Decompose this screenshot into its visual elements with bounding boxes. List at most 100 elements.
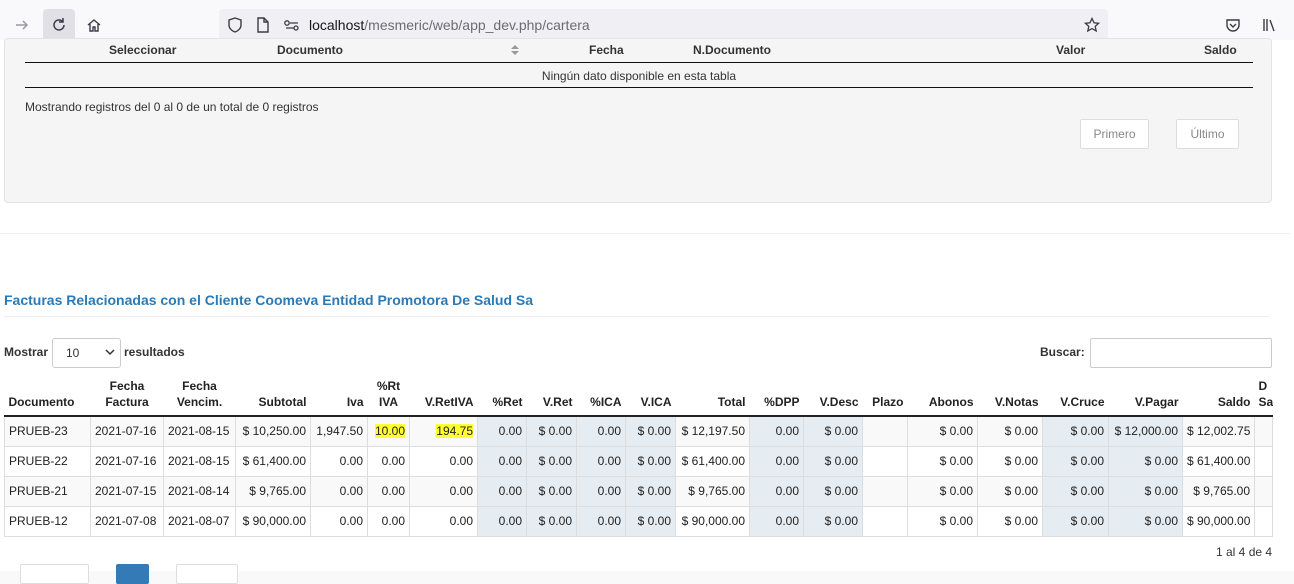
col-fecha-vencim[interactable]: Fecha Vencim. [163, 374, 236, 417]
col-fecha-factura[interactable]: Fecha Factura [90, 374, 164, 417]
cell-v-retiva: 0.00 [409, 505, 478, 537]
search-input[interactable] [1090, 338, 1272, 368]
cell-ica: 0.00 [576, 415, 626, 447]
next-page-button[interactable] [176, 564, 238, 584]
cell-ret: 0.00 [477, 445, 527, 477]
permissions-icon[interactable] [283, 17, 299, 33]
col-rt-iva[interactable]: %Rt IVA [367, 374, 410, 417]
page-content: Seleccionar Documento Fecha N.Documento … [0, 38, 1294, 584]
col-subtotal[interactable]: Subtotal [235, 374, 311, 417]
col-plazo[interactable]: Plazo [862, 374, 908, 417]
cell-value: 0.00 [339, 514, 363, 528]
cell-value: $ 0.00 [1070, 424, 1104, 439]
col-total[interactable]: Total [675, 374, 750, 417]
col-v-retiva[interactable]: V.RetIVA [409, 374, 478, 417]
col-seleccionar[interactable]: Seleccionar [109, 43, 176, 57]
bookmark-star-icon[interactable] [1084, 17, 1100, 33]
cell-saldo: $ 90,000.00 [1182, 505, 1255, 537]
cell-iva: 0.00 [310, 445, 368, 477]
cell-value: $ 61,400.00 [1187, 454, 1251, 468]
page-icon[interactable] [255, 17, 271, 33]
cell-value: $ 12,002.75 [1187, 424, 1251, 439]
cell-v-ret: $ 0.00 [526, 475, 577, 507]
cell-ica: 0.00 [576, 505, 626, 537]
cell-value: 2021-07-15 [95, 484, 157, 498]
table-row[interactable]: PRUEB-22 2021-07-16 2021-08-15 $ 61,400.00 0… [4, 445, 1273, 477]
col-dpp[interactable]: %DPP [749, 374, 804, 417]
page-length-value: 10 [66, 346, 80, 360]
col-v-ret[interactable]: V.Ret [526, 374, 577, 417]
col-valor[interactable]: Valor [1056, 43, 1085, 57]
page-length-select[interactable]: 10 [52, 338, 121, 368]
reload-button[interactable] [43, 9, 75, 41]
col-saldo[interactable]: Saldo [1204, 43, 1237, 57]
table-row[interactable]: PRUEB-23 2021-07-16 2021-08-15 $ 10,250.00 1… [4, 415, 1273, 447]
col-documento[interactable]: Documento [277, 43, 343, 57]
prev-page-button[interactable] [20, 564, 89, 584]
cell-value: 0.00 [339, 454, 363, 468]
cell-v-notas: $ 0.00 [977, 505, 1043, 537]
shield-icon[interactable] [227, 17, 243, 33]
col-fecha[interactable]: Fecha [589, 43, 624, 57]
cell-saldo: $ 9,765.00 [1182, 475, 1255, 507]
pocket-button[interactable] [1217, 9, 1249, 41]
cell-value: 0.00 [775, 484, 799, 498]
cell-total: $ 90,000.00 [675, 505, 750, 537]
library-button[interactable] [1253, 9, 1285, 41]
col-v-pagar[interactable]: V.Pagar [1108, 374, 1183, 417]
cell-abonos: $ 0.00 [907, 505, 978, 537]
header-line: IVA [378, 395, 399, 409]
cell-plazo [862, 445, 908, 477]
cell-d-sa [1254, 475, 1273, 507]
cell-v-ica: $ 0.00 [625, 445, 676, 477]
cell-abonos: $ 0.00 [907, 475, 978, 507]
cell-subtotal: $ 61,400.00 [235, 445, 311, 477]
cell-value: $ 0.00 [1144, 514, 1178, 528]
cell-value: $ 0.00 [1070, 454, 1104, 468]
cell-ret: 0.00 [477, 505, 527, 537]
cell-value: PRUEB-21 [9, 484, 68, 498]
col-v-cruce[interactable]: V.Cruce [1042, 374, 1109, 417]
cell-value: 0.00 [381, 454, 405, 468]
cell-value: 0.00 [449, 454, 473, 468]
table-row[interactable]: PRUEB-21 2021-07-15 2021-08-14 $ 9,765.00 0.… [4, 475, 1273, 507]
cell-value: 1,947.50 [316, 424, 363, 439]
cell-value: 0.00 [498, 484, 522, 498]
url-bar[interactable]: localhost/mesmeric/web/app_dev.php/carte… [219, 9, 1108, 41]
col-v-desc[interactable]: V.Desc [803, 374, 863, 417]
header-line: Abonos [928, 395, 974, 409]
cell-dpp: 0.00 [749, 445, 804, 477]
forward-button[interactable] [6, 9, 38, 41]
col-saldo[interactable]: Saldo [1182, 374, 1255, 417]
cell-value: 0.00 [597, 424, 621, 439]
cell-value: $ 0.00 [1004, 514, 1038, 528]
library-icon [1263, 19, 1275, 32]
first-page-button[interactable]: Primero [1080, 119, 1149, 149]
cell-value: 0.00 [597, 514, 621, 528]
cell-abonos: $ 0.00 [907, 445, 978, 477]
cell-v-ica: $ 0.00 [625, 505, 676, 537]
cell-value: 0.00 [449, 514, 473, 528]
url-text[interactable]: localhost/mesmeric/web/app_dev.php/carte… [309, 17, 590, 33]
col-documento[interactable]: Documento [4, 374, 91, 417]
col-ndocumento[interactable]: N.Documento [693, 43, 771, 57]
col-iva[interactable]: Iva [310, 374, 368, 417]
last-page-button[interactable]: Último [1176, 119, 1239, 149]
col-ret[interactable]: %Ret [477, 374, 527, 417]
home-button[interactable] [78, 9, 110, 41]
col-abonos[interactable]: Abonos [907, 374, 978, 417]
sort-icon[interactable] [510, 44, 520, 56]
col-v-ica[interactable]: V.ICA [625, 374, 676, 417]
cell-value: $ 12,000.00 [1114, 424, 1178, 439]
col-ica[interactable]: %ICA [576, 374, 626, 417]
col-v-notas[interactable]: V.Notas [977, 374, 1043, 417]
section-divider [0, 233, 1290, 234]
col-d-sa[interactable]: D Sa [1254, 374, 1273, 417]
url-host: localhost [309, 17, 365, 33]
cell-v-pagar: $ 0.00 [1108, 445, 1183, 477]
cell-value: $ 0.00 [1070, 484, 1104, 498]
current-page-button[interactable] [116, 564, 149, 584]
cell-value: $ 61,400.00 [242, 454, 306, 468]
table-row[interactable]: PRUEB-12 2021-07-08 2021-08-07 $ 90,000.00 0… [4, 505, 1273, 537]
header-line: V.Cruce [1060, 395, 1105, 409]
